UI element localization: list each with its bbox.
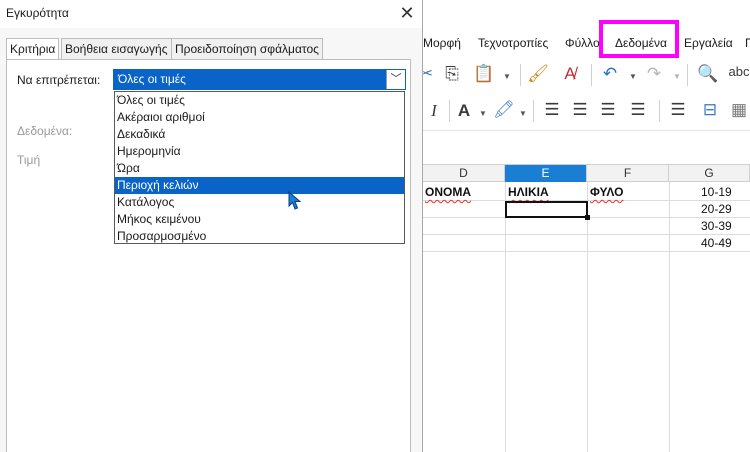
paste-dropdown-icon[interactable]: ▼: [503, 72, 511, 81]
column-header-e[interactable]: E: [505, 165, 587, 182]
font-color-dropdown-icon[interactable]: ▼: [479, 109, 487, 118]
option-time[interactable]: Ώρα: [115, 160, 404, 177]
option-decimals[interactable]: Δεκαδικά: [115, 126, 404, 143]
column-header-f[interactable]: F: [587, 165, 669, 182]
menu-sheet[interactable]: Φύλλο: [565, 36, 600, 50]
standard-toolbar: ✂ ⎘ 📋 ▼ 🖌 A̸ ↶ ▼ ↷ ▼ 🔍 abc: [419, 58, 750, 92]
toolbar-separator: [687, 64, 688, 86]
allow-options-list[interactable]: Όλες οι τιμές Ακέραιοι αριθμοί Δεκαδικά …: [114, 91, 405, 244]
wrap-text-icon[interactable]: ☰: [667, 100, 689, 120]
number-format-icon[interactable]: ▦: [727, 100, 750, 120]
cell-f-header[interactable]: ΦΥΛΟ: [590, 183, 623, 200]
grid-line: [669, 182, 670, 452]
cell-age-group[interactable]: 20-29: [701, 200, 732, 217]
clear-formatting-icon[interactable]: A̸: [559, 64, 581, 84]
cell-e-header[interactable]: ΗΛΙΚΙΑ: [508, 183, 549, 200]
tab-error-alert[interactable]: Προειδοποίηση σφάλματος: [171, 38, 323, 60]
toolbar-separator: [591, 64, 592, 86]
autofill-handle[interactable]: [585, 215, 590, 220]
menu-tools[interactable]: Εργαλεία: [684, 36, 733, 50]
cell-age-group[interactable]: 30-39: [701, 217, 732, 234]
formatting-toolbar: I A ▼ 🖍 ▼ ☰ ☰ ☰ ☰ ☰ ⊟ ▦: [423, 92, 750, 130]
allow-dropdown[interactable]: Όλες οι τιμές ﹀: [113, 69, 406, 90]
toolbar-separator: [520, 64, 521, 86]
toolbar-separator: [449, 100, 450, 122]
column-headers: D E F G: [423, 164, 750, 182]
menu-more[interactable]: Π: [745, 36, 750, 50]
merge-cells-icon[interactable]: ⊟: [699, 100, 721, 120]
option-all-values[interactable]: Όλες οι τιμές: [115, 92, 404, 109]
grid-line: [423, 251, 750, 252]
cell-age-group[interactable]: 40-49: [701, 234, 732, 251]
grid-line: [587, 182, 588, 452]
copy-icon[interactable]: ⎘: [441, 64, 463, 84]
clone-formatting-icon[interactable]: 🖌: [527, 64, 549, 84]
justify-icon[interactable]: ☰: [627, 100, 649, 120]
dialog-title: Εγκυρότητα: [6, 6, 69, 20]
option-list[interactable]: Κατάλογος: [115, 194, 404, 211]
mouse-pointer-icon: [288, 191, 302, 210]
column-header-g[interactable]: G: [669, 165, 750, 182]
grid-line: [505, 182, 506, 452]
option-date[interactable]: Ημερομηνία: [115, 143, 404, 160]
font-color-icon[interactable]: A: [455, 101, 473, 121]
find-replace-icon[interactable]: 🔍: [697, 64, 719, 84]
highlight-dropdown-icon[interactable]: ▼: [519, 109, 527, 118]
formula-bar[interactable]: [423, 130, 750, 164]
menu-bar: Μορφή Τεχνοτροπίες Φύλλο Δεδομένα Εργαλε…: [423, 28, 750, 58]
italic-icon[interactable]: I: [427, 101, 441, 121]
value-label: Τιμή: [17, 153, 41, 167]
cell-d-header[interactable]: ΟΝΟΜΑ: [425, 183, 471, 200]
data-menu-highlight: [599, 20, 679, 58]
option-text-length[interactable]: Μήκος κειμένου: [115, 211, 404, 228]
redo-dropdown-icon[interactable]: ▼: [673, 72, 681, 81]
paste-icon[interactable]: 📋: [473, 64, 495, 84]
option-custom[interactable]: Προσαρμοσμένο: [115, 228, 404, 245]
tab-input-help[interactable]: Βοήθεια εισαγωγής: [61, 38, 172, 60]
allow-label: Να επιτρέπεται:: [17, 73, 101, 87]
align-right-icon[interactable]: ☰: [597, 100, 619, 120]
menu-styles[interactable]: Τεχνοτροπίες: [478, 36, 548, 50]
data-label: Δεδομένα:: [17, 124, 73, 138]
dialog-titlebar: Εγκυρότητα ✕: [0, 0, 422, 28]
toolbar-separator: [533, 100, 534, 122]
align-center-icon[interactable]: ☰: [569, 100, 591, 120]
validity-dialog: Εγκυρότητα ✕ Κριτήρια Βοήθεια εισαγωγής …: [0, 0, 423, 452]
tab-criteria[interactable]: Κριτήρια: [6, 38, 60, 61]
undo-dropdown-icon[interactable]: ▼: [629, 72, 637, 81]
option-cell-range[interactable]: Περιοχή κελιών: [115, 177, 404, 194]
allow-dropdown-value: Όλες οι τιμές: [118, 72, 186, 86]
cell-age-group[interactable]: 10-19: [701, 183, 732, 200]
spelling-icon[interactable]: abc: [727, 62, 750, 82]
chevron-down-icon[interactable]: ﹀: [386, 70, 405, 89]
close-icon[interactable]: ✕: [396, 2, 418, 24]
cell-grid[interactable]: ΟΝΟΜΑ ΗΛΙΚΙΑ ΦΥΛΟ 10-19 20-29 30-39 40-4…: [423, 182, 750, 452]
column-header-d[interactable]: D: [423, 165, 505, 182]
highlight-color-icon[interactable]: 🖍: [493, 100, 515, 120]
undo-icon[interactable]: ↶: [599, 64, 621, 84]
active-cell-cursor[interactable]: [505, 201, 588, 218]
menu-format[interactable]: Μορφή: [423, 36, 461, 50]
redo-icon[interactable]: ↷: [643, 64, 665, 84]
toolbar-separator: [659, 100, 660, 122]
align-left-icon[interactable]: ☰: [541, 100, 563, 120]
option-whole-numbers[interactable]: Ακέραιοι αριθμοί: [115, 109, 404, 126]
